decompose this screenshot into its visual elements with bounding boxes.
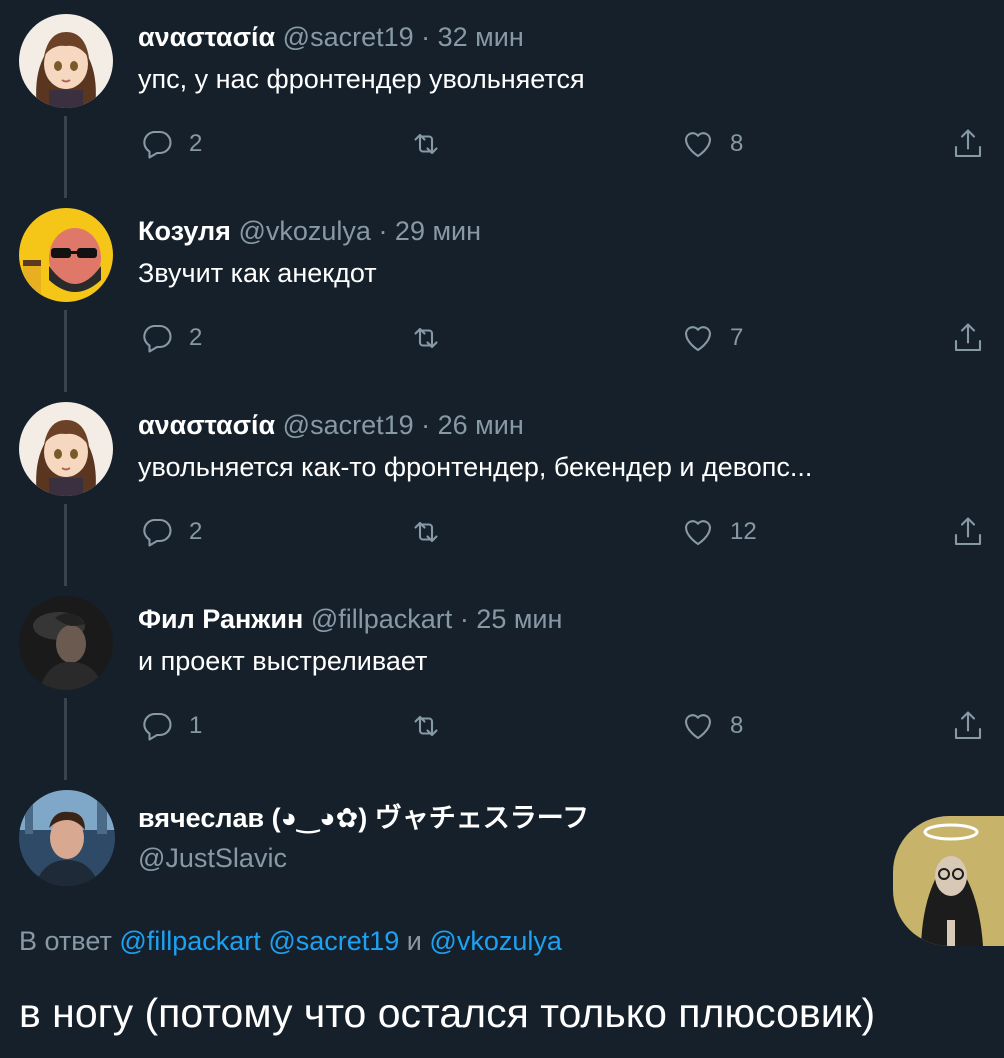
tweet[interactable]: αναστασία @sacret19 · 26 мин увольняется…	[0, 388, 1004, 586]
author-name[interactable]: вячеслав (◕‿◕✿) ヴャチェスラーフ	[138, 801, 589, 835]
author-handle[interactable]: @sacret19	[283, 22, 414, 52]
reply-icon	[143, 712, 172, 741]
avatar-image	[19, 402, 113, 496]
heart-icon	[684, 326, 712, 352]
avatar[interactable]	[19, 14, 113, 108]
like-count: 12	[730, 518, 757, 545]
author-handle[interactable]: @fillpackart	[311, 604, 452, 634]
avatar[interactable]	[19, 402, 113, 496]
timestamp[interactable]: · 29 мин	[378, 216, 481, 246]
reply-prefix: В ответ	[19, 926, 112, 956]
mention-link[interactable]: @fillpackart	[119, 926, 260, 956]
avatar[interactable]	[19, 208, 113, 302]
reply-icon	[143, 130, 172, 159]
tweet-actions: 2 12	[0, 512, 1004, 552]
heart-icon	[684, 520, 712, 546]
reply-count: 1	[189, 712, 203, 739]
author-handle[interactable]: @vkozulya	[238, 216, 370, 246]
tweet-text: в ногу (потому что остался только плюсов…	[19, 990, 876, 1036]
conversation-thread: αναστασία @sacret19 · 32 мин упс, у нас …	[0, 0, 1004, 1058]
retweet-icon	[414, 327, 438, 349]
share-icon	[954, 711, 982, 740]
avatar-image	[19, 208, 113, 302]
tweet-header: Фил Ранжин @fillpackart · 25 мин	[138, 602, 562, 636]
share-button[interactable]	[950, 706, 986, 746]
retweet-button[interactable]	[408, 124, 444, 164]
heart-icon	[684, 132, 712, 158]
share-icon	[954, 129, 982, 158]
tweet[interactable]: Фил Ранжин @fillpackart · 25 мин и проек…	[0, 582, 1004, 780]
author-handle[interactable]: @JustSlavic	[138, 841, 287, 875]
tweet-actions: 2 7	[0, 318, 1004, 358]
like-button[interactable]: 7	[680, 318, 743, 358]
avatar[interactable]	[19, 596, 113, 690]
mention-link[interactable]: @sacret19	[268, 926, 399, 956]
tweet-text: упс, у нас фронтендер увольняется	[138, 64, 585, 94]
reply-count: 2	[189, 518, 203, 545]
share-button[interactable]	[950, 124, 986, 164]
retweet-icon	[414, 521, 438, 543]
share-icon	[954, 323, 982, 352]
author-name[interactable]: αναστασία	[138, 410, 275, 440]
mention-link[interactable]: @vkozulya	[429, 926, 561, 956]
reply-button[interactable]: 2	[139, 512, 202, 552]
author-name[interactable]: Фил Ранжин	[138, 604, 303, 634]
profile-avatar[interactable]	[893, 816, 1004, 946]
like-count: 7	[730, 324, 744, 351]
retweet-button[interactable]	[408, 318, 444, 358]
like-button[interactable]: 12	[680, 512, 757, 552]
share-button[interactable]	[950, 512, 986, 552]
reply-icon	[143, 518, 172, 547]
retweet-button[interactable]	[408, 512, 444, 552]
tweet-header: αναστασία @sacret19 · 26 мин	[138, 408, 524, 442]
avatar-image	[19, 14, 113, 108]
like-count: 8	[730, 712, 744, 739]
tweet-header: αναστασία @sacret19 · 32 мин	[138, 20, 524, 54]
retweet-icon	[414, 715, 438, 737]
tweet-text: увольняется как-то фронтендер, бекендер …	[138, 452, 813, 482]
reply-button[interactable]: 1	[139, 706, 202, 746]
avatar-image	[893, 816, 1004, 946]
tweet-header: Козуля @vkozulya · 29 мин	[138, 214, 481, 248]
heart-icon	[684, 714, 712, 740]
timestamp[interactable]: · 25 мин	[460, 604, 563, 634]
avatar-image	[19, 596, 113, 690]
author-name[interactable]: Козуля	[138, 216, 231, 246]
reply-conjunction: и	[406, 926, 422, 956]
like-button[interactable]: 8	[680, 124, 743, 164]
like-button[interactable]: 8	[680, 706, 743, 746]
tweet-text: и проект выстреливает	[138, 646, 428, 676]
share-icon	[954, 517, 982, 546]
avatar-image	[19, 790, 115, 886]
reply-icon	[143, 324, 172, 353]
author-handle[interactable]: @sacret19	[283, 410, 414, 440]
tweet-actions: 2 8	[0, 124, 1004, 164]
avatar[interactable]	[19, 790, 115, 886]
reply-count: 2	[189, 324, 203, 351]
author-name[interactable]: αναστασία	[138, 22, 275, 52]
tweet[interactable]: Козуля @vkozulya · 29 мин Звучит как ане…	[0, 194, 1004, 392]
share-button[interactable]	[950, 318, 986, 358]
reply-context: В ответ @fillpackart @sacret19 и @vkozul…	[19, 924, 562, 958]
retweet-icon	[414, 133, 438, 155]
tweet-text: Звучит как анекдот	[138, 258, 377, 288]
like-count: 8	[730, 130, 744, 157]
tweet-actions: 1 8	[0, 706, 1004, 746]
reply-button[interactable]: 2	[139, 124, 202, 164]
timestamp[interactable]: · 26 мин	[421, 410, 524, 440]
tweet[interactable]: αναστασία @sacret19 · 32 мин упс, у нас …	[0, 0, 1004, 198]
timestamp[interactable]: · 32 мин	[421, 22, 524, 52]
reply-count: 2	[189, 130, 203, 157]
reply-button[interactable]: 2	[139, 318, 202, 358]
retweet-button[interactable]	[408, 706, 444, 746]
